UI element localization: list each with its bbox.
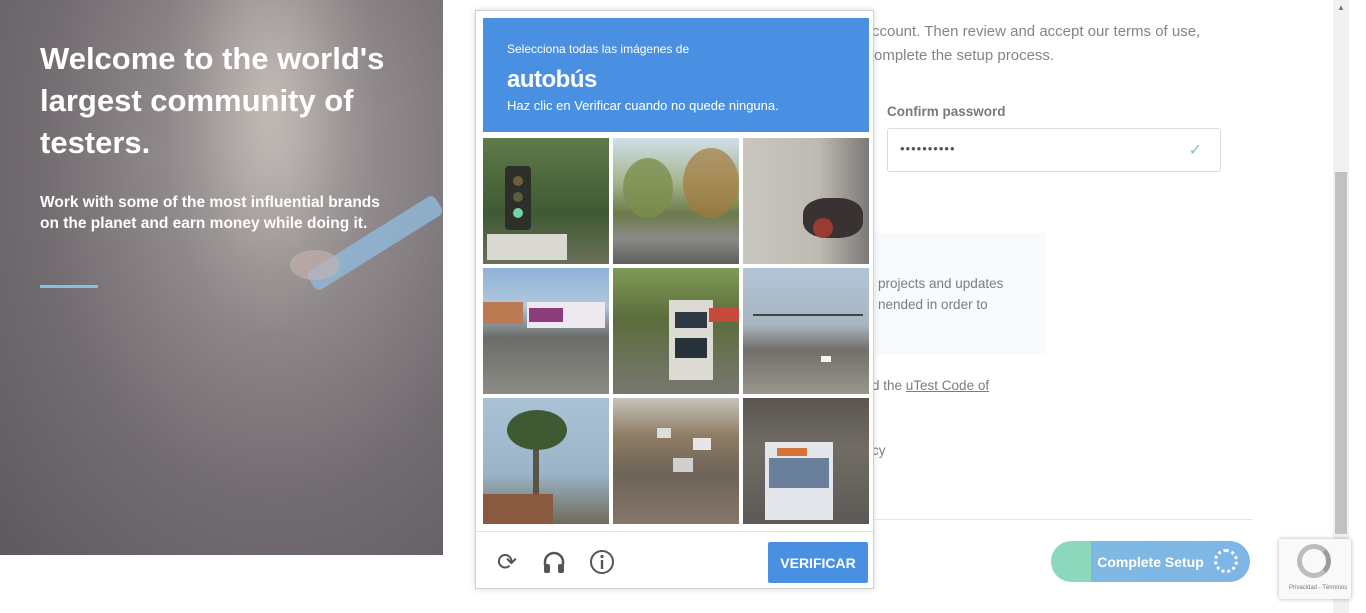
scrollbar-thumb[interactable]: [1335, 172, 1347, 534]
reload-icon[interactable]: ⟳: [493, 549, 521, 577]
captcha-instruction: Selecciona todas las imágenes de: [507, 42, 690, 56]
code-of-conduct-link[interactable]: uTest Code of: [906, 378, 989, 393]
verify-button[interactable]: VERIFICAR: [768, 542, 868, 583]
recaptcha-badge-footer[interactable]: Privacidad - Términos: [1289, 585, 1347, 591]
captcha-tile-traffic-light[interactable]: [483, 138, 609, 264]
info-icon[interactable]: [588, 549, 616, 577]
confirm-password-field[interactable]: •••••••••• ✓: [887, 128, 1221, 172]
captcha-tile-tree-lined-street[interactable]: [613, 138, 739, 264]
hero-subtitle: Work with some of the most influential b…: [40, 194, 380, 232]
newsletter-note-text: projects and updates nended in order to: [878, 276, 1004, 312]
complete-setup-button[interactable]: Complete Setup: [1051, 541, 1250, 582]
privacy-policy-tail: cy: [872, 443, 886, 458]
loading-spinner-icon: [1214, 549, 1238, 573]
form-intro-line2: omplete the setup process.: [874, 47, 1055, 64]
captcha-hint: Haz clic en Verificar cuando no quede ni…: [507, 98, 779, 113]
captcha-footer-divider: [476, 531, 873, 532]
captcha-tile-city-bus-front[interactable]: [743, 398, 869, 524]
captcha-image-grid: [483, 138, 869, 524]
captcha-tile-double-decker-bus[interactable]: [613, 268, 739, 394]
hero-title: Welcome to the world's largest community…: [40, 41, 385, 160]
captcha-dialog: Selecciona todas las imágenes de autobús…: [475, 10, 874, 589]
hero-accent-rule: [40, 285, 98, 288]
complete-setup-label: Complete Setup: [1097, 553, 1204, 570]
captcha-tile-motorcycle-wall[interactable]: [743, 138, 869, 264]
captcha-tile-city-intersection[interactable]: [743, 268, 869, 394]
captcha-target: autobús: [507, 66, 597, 93]
scroll-up-arrow-icon[interactable]: ▲: [1333, 0, 1349, 16]
form-intro-line1: ccount. Then review and accept our terms…: [872, 23, 1201, 40]
code-prefix: d the: [872, 378, 906, 393]
captcha-tile-palm-tree[interactable]: [483, 398, 609, 524]
captcha-header: Selecciona todas las imágenes de autobús…: [483, 18, 869, 132]
captcha-tile-white-bus-road[interactable]: [483, 268, 609, 394]
code-of-conduct-line: d the uTest Code of: [872, 378, 989, 393]
hero-panel: Welcome to the world's largest community…: [0, 0, 443, 555]
form-divider: [875, 519, 1253, 520]
check-icon: ✓: [1188, 142, 1202, 159]
confirm-password-label: Confirm password: [887, 104, 1006, 119]
confirm-password-value: ••••••••••: [900, 141, 956, 156]
recaptcha-badge[interactable]: Privacidad - Términos: [1279, 539, 1351, 599]
captcha-tile-highway-traffic[interactable]: [613, 398, 739, 524]
hero-photo-hand: [290, 250, 340, 280]
recaptcha-logo-icon: [1297, 544, 1331, 578]
headphones-icon[interactable]: [540, 549, 568, 577]
